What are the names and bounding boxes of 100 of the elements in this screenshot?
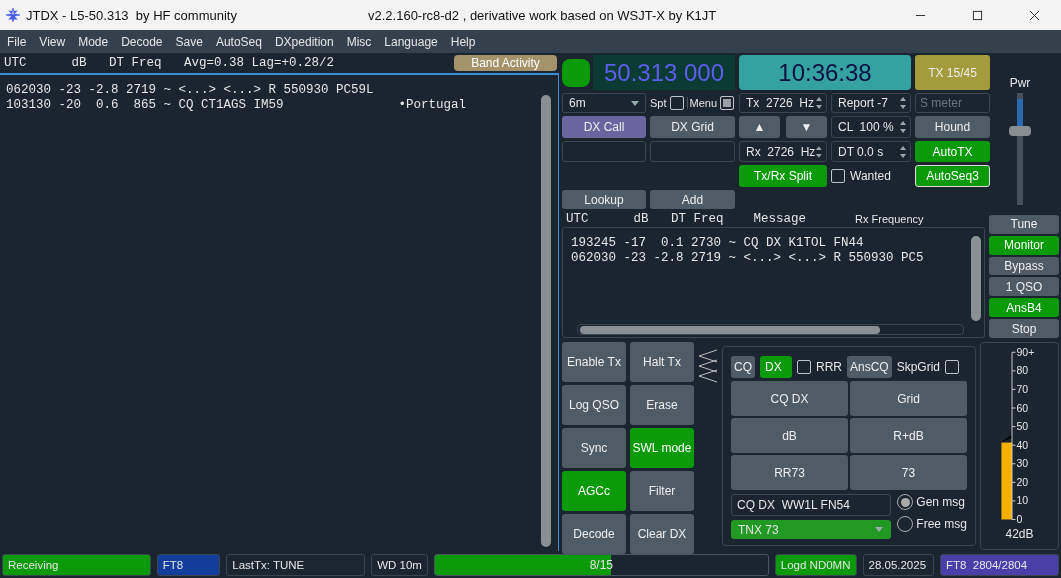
s-meter-field[interactable]: S meter — [915, 93, 990, 113]
power-label: Pwr — [1009, 76, 1031, 90]
close-icon[interactable] — [1029, 9, 1040, 21]
tick-label: 20 — [1016, 475, 1029, 488]
side-button[interactable]: 1 QSO — [989, 277, 1059, 297]
decode-line: 062030 -23 -2.8 2719 ~ <...> <...> R 550930 PC5 — [571, 251, 925, 266]
vertical-scrollbar[interactable] — [970, 234, 982, 321]
checkbox[interactable] — [720, 96, 735, 110]
spin-box[interactable]: Rx 2726 Hz — [739, 141, 827, 162]
column-header: UTC dB DT Freq Avg=0.38 Lag=+0.28/2 — [4, 56, 335, 70]
dx-grid-button[interactable]: DX Grid — [650, 116, 735, 138]
side-button[interactable]: Tune — [989, 215, 1059, 234]
progress-bar: 8/15 — [433, 554, 769, 576]
checkbox-label: RRR — [816, 360, 842, 374]
decode-line: 103130 -20 0.6 865 ~ CQ CT1AGS IM59 — [6, 98, 284, 113]
action-button[interactable]: Clear DX — [630, 514, 694, 554]
tick-label: 40 — [1016, 438, 1029, 451]
window-title: JTDX - L5-50.313 by HF community — [26, 7, 238, 23]
action-button[interactable]: Log QSO — [562, 385, 626, 425]
maximize-icon[interactable] — [972, 9, 983, 21]
checkbox[interactable] — [669, 96, 684, 110]
message-button[interactable]: CQ DX — [731, 381, 848, 416]
tick-label: 10 — [1016, 494, 1029, 507]
checkbox-label: Wanted — [850, 169, 891, 183]
message-button[interactable]: Grid — [850, 381, 967, 416]
clock-display: 10:36:38 — [739, 55, 911, 90]
status-field: WD 10m — [371, 554, 428, 576]
radio-label: Free msg — [916, 517, 967, 531]
menu-item[interactable]: File — [7, 34, 27, 49]
menu-item[interactable]: AutoSeq — [215, 34, 262, 49]
panel-title: Rx Frequency — [855, 213, 924, 225]
message-field[interactable]: CQ DX WW1L FN54 — [731, 494, 892, 516]
menu-item[interactable]: Save — [175, 34, 203, 49]
country-label: •Portugal — [398, 98, 467, 113]
radio-label: Gen msg — [916, 495, 965, 509]
checkbox[interactable] — [945, 360, 960, 374]
action-button[interactable]: Enable Tx — [562, 342, 626, 382]
status-field: FT8 2804/2804 — [939, 554, 1059, 576]
dx-call-field[interactable] — [562, 141, 646, 162]
message-button[interactable]: R+dB — [850, 418, 967, 453]
checkbox[interactable] — [797, 360, 811, 374]
message-button[interactable]: RR73 — [731, 455, 848, 490]
side-button[interactable]: Stop — [989, 319, 1059, 338]
hound-button[interactable]: Hound — [915, 116, 990, 138]
tick-label: 30 — [1016, 457, 1029, 470]
autotx-button[interactable]: AutoTX — [915, 141, 990, 162]
dx-button[interactable]: DX — [760, 356, 792, 378]
dx-grid-field[interactable] — [650, 141, 735, 162]
autoseq-button[interactable]: AutoSeq3 — [915, 165, 990, 187]
status-field: Receiving — [2, 554, 151, 576]
checkbox-label: Menu — [686, 97, 718, 109]
action-button[interactable]: AGCc — [562, 471, 626, 511]
up-button[interactable]: ▲ — [739, 116, 780, 138]
side-button[interactable]: AnsB4 — [989, 298, 1059, 318]
tab-arrows-icon — [698, 348, 718, 384]
menu-item[interactable]: DXpedition — [274, 34, 334, 49]
split-button[interactable]: Tx/Rx Split — [739, 165, 827, 187]
add-button[interactable]: Add — [650, 190, 735, 209]
frequency-display: 50.313 000 — [593, 55, 735, 90]
action-button[interactable]: Decode — [562, 514, 626, 554]
message-button[interactable]: dB — [731, 418, 848, 453]
action-button[interactable]: Sync — [562, 428, 626, 468]
tick-label: 70 — [1016, 382, 1029, 395]
action-button[interactable]: SWL mode — [630, 428, 694, 468]
message-button[interactable]: 73 — [850, 455, 967, 490]
checkbox-label: Spt — [650, 97, 667, 109]
status-field: Logd ND0MN — [774, 554, 857, 576]
side-button[interactable]: Bypass — [989, 256, 1059, 276]
side-button[interactable]: Monitor — [989, 235, 1059, 255]
tick-label: 60 — [1016, 401, 1029, 414]
action-button[interactable]: Halt Tx — [630, 342, 694, 382]
tick-label: 90+ — [1016, 347, 1035, 358]
menu-item[interactable]: Misc — [346, 34, 372, 49]
horizontal-scrollbar[interactable] — [577, 324, 964, 335]
band-dropdown[interactable]: 6m — [562, 93, 646, 113]
caret-icon — [875, 527, 884, 532]
menu-item[interactable]: Help — [450, 34, 476, 49]
tick-label: 50 — [1016, 420, 1029, 433]
menu-item[interactable]: Mode — [78, 34, 109, 49]
column-header: UTC dB DT Freq Message — [566, 212, 807, 226]
status-field: FT8 — [156, 554, 221, 576]
checkbox[interactable] — [831, 169, 845, 183]
spin-box[interactable]: DT 0.0 s — [831, 141, 911, 162]
action-button[interactable]: Filter — [630, 471, 694, 511]
checkbox-label: SkpGrid — [896, 360, 941, 374]
menu-item[interactable]: View — [39, 34, 66, 49]
status-field: LastTx: TUNE — [226, 554, 366, 576]
down-button[interactable]: ▼ — [786, 116, 827, 138]
spin-box[interactable]: Tx 2726 Hz — [739, 93, 827, 113]
cq-button[interactable]: CQ — [731, 356, 755, 378]
menu-item[interactable]: Decode — [121, 34, 163, 49]
action-button[interactable]: Erase — [630, 385, 694, 425]
spin-box[interactable]: CL 100 % — [831, 116, 911, 138]
menu-item[interactable]: Language — [384, 34, 438, 49]
decode-line: 193245 -17 0.1 2730 ~ CQ DX K1TOL FN44 — [571, 236, 865, 251]
ans-cq-button[interactable]: AnsCQ — [847, 356, 892, 378]
spin-box[interactable]: Report -7 — [831, 93, 911, 113]
dx-call-button[interactable]: DX Call — [562, 116, 646, 138]
tick-label: 0 — [1016, 513, 1023, 523]
lookup-button[interactable]: Lookup — [562, 190, 646, 209]
